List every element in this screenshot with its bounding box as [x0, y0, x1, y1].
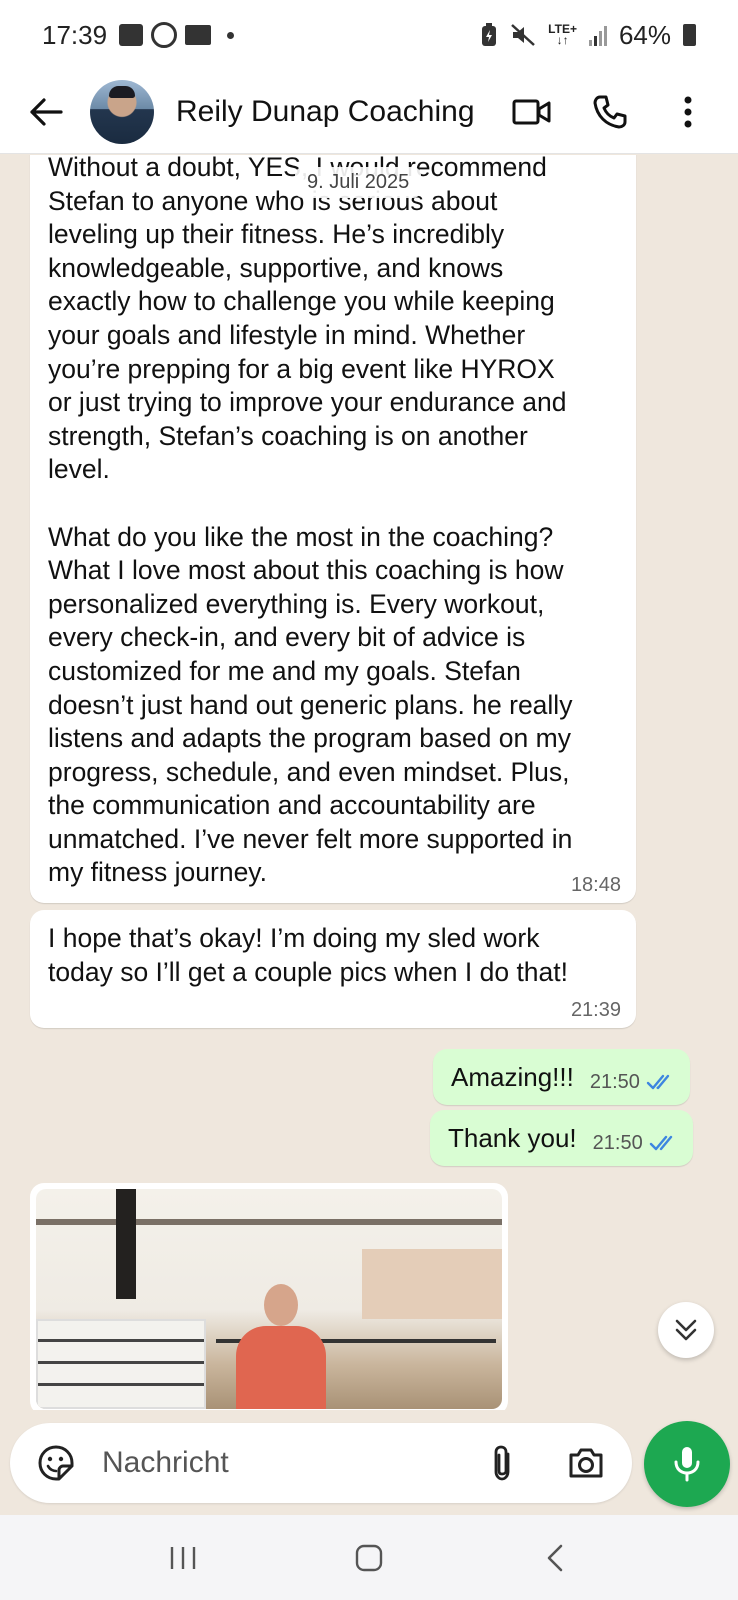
home-button[interactable] [339, 1533, 399, 1583]
gallery-notification-icon [119, 24, 144, 46]
message-time: 21:39 [570, 999, 621, 1021]
battery-saver-icon [482, 23, 497, 46]
battery-percent: 64% [618, 19, 671, 50]
home-icon [355, 1544, 383, 1571]
image-thumbnail[interactable] [36, 1189, 502, 1409]
mute-icon [511, 24, 536, 46]
contact-name[interactable]: Reily Dunap Coaching [176, 95, 475, 129]
message-input[interactable] [102, 1446, 432, 1480]
message-bubble-incoming[interactable]: I hope that’s okay! I’m doing my sled wo… [30, 910, 636, 1028]
back-chevron-icon [547, 1544, 563, 1571]
voice-call-icon [593, 95, 627, 128]
system-navigation-bar [0, 1515, 738, 1600]
notification-icons [119, 22, 235, 48]
voice-call-button[interactable] [586, 88, 634, 136]
whatsapp-notification-icon [151, 22, 178, 48]
back-nav-button[interactable] [525, 1533, 585, 1583]
message-text: Without a doubt, YES, I would recommend … [48, 155, 573, 888]
back-button[interactable] [24, 90, 68, 134]
emoji-button[interactable] [32, 1439, 80, 1487]
image-message-bubble[interactable] [30, 1183, 508, 1410]
read-receipt-icon [646, 1073, 676, 1091]
system-status-icons: LTE+ ↓↑ 64% [480, 20, 696, 51]
battery-icon [683, 24, 696, 46]
message-bubble-incoming[interactable]: Without a doubt, YES, I would recommend … [30, 155, 636, 903]
status-time: 17:39 [42, 19, 108, 50]
folder-notification-icon [185, 25, 212, 45]
double-chevron-down-icon [675, 1319, 697, 1341]
status-bar: 17:39 LTE+ ↓↑ 64% [0, 0, 738, 70]
camera-button[interactable] [562, 1439, 610, 1487]
date-chip: 9. Juli 2025 [295, 167, 422, 198]
emoji-sticker-icon [38, 1445, 74, 1481]
network-type: LTE+ ↓↑ [548, 22, 577, 47]
more-notifications-dot-icon [227, 31, 235, 39]
attach-button[interactable] [478, 1439, 526, 1487]
video-call-icon [512, 99, 551, 124]
recent-apps-button[interactable] [153, 1533, 213, 1583]
message-bubble-outgoing[interactable]: Thank you! 21:50 [430, 1110, 693, 1166]
message-time: 18:48 [570, 874, 621, 896]
message-text: Thank you! [448, 1123, 577, 1153]
composer-actions [478, 1439, 610, 1487]
message-text: I hope that’s okay! I’m doing my sled wo… [48, 923, 569, 987]
message-time: 21:50 [589, 1070, 640, 1093]
microphone-icon [674, 1447, 700, 1482]
message-composer [10, 1423, 632, 1503]
attachment-icon [494, 1445, 510, 1481]
back-arrow-icon [30, 97, 63, 126]
recent-apps-icon [170, 1546, 196, 1569]
contact-avatar[interactable] [90, 79, 154, 144]
voice-message-button[interactable] [644, 1421, 730, 1507]
more-options-icon [684, 96, 692, 127]
message-text: Amazing!!! [451, 1062, 574, 1092]
message-bubble-outgoing[interactable]: Amazing!!! 21:50 [433, 1049, 690, 1105]
chat-header: Reily Dunap Coaching [0, 70, 738, 154]
header-actions [508, 88, 712, 136]
message-list[interactable]: Without a doubt, YES, I would recommend … [0, 155, 738, 1410]
camera-icon [569, 1448, 603, 1478]
message-time: 21:50 [592, 1131, 643, 1154]
more-options-button[interactable] [664, 88, 712, 136]
video-call-button[interactable] [508, 88, 556, 136]
signal-strength-icon [588, 24, 607, 46]
scroll-to-bottom-button[interactable] [658, 1302, 714, 1358]
read-receipt-icon [649, 1134, 679, 1152]
